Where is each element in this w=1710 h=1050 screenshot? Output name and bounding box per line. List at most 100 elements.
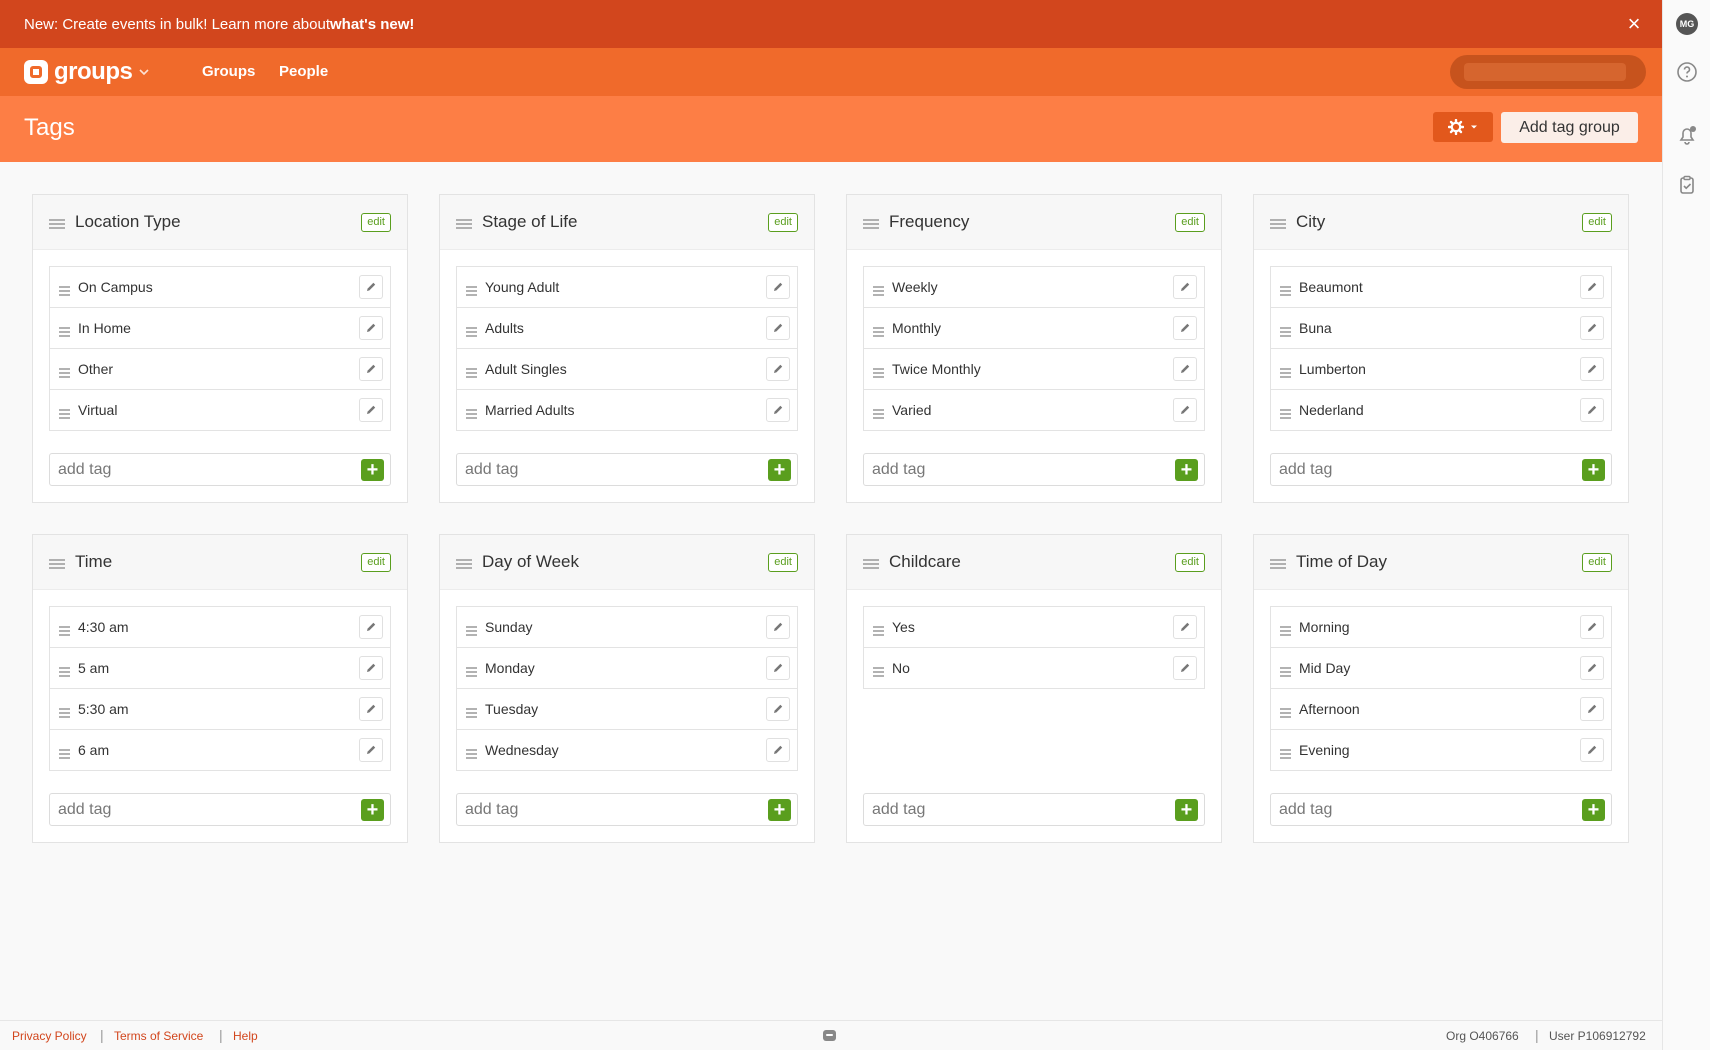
tag-row[interactable]: 5 am: [50, 648, 390, 689]
edit-tag-group-button[interactable]: edit: [1175, 553, 1205, 572]
edit-tag-button[interactable]: [359, 316, 383, 340]
tag-row[interactable]: Nederland: [1271, 390, 1611, 431]
add-tag-group-button[interactable]: Add tag group: [1501, 112, 1638, 143]
drag-handle-icon[interactable]: [466, 283, 477, 301]
edit-tag-button[interactable]: [766, 275, 790, 299]
edit-tag-button[interactable]: [766, 357, 790, 381]
drag-handle-icon[interactable]: [873, 623, 884, 641]
add-tag-input[interactable]: [50, 454, 350, 485]
drag-handle-icon[interactable]: [59, 324, 70, 342]
help-link[interactable]: Help: [233, 1029, 258, 1043]
tag-row[interactable]: Beaumont: [1271, 267, 1611, 308]
edit-tag-button[interactable]: [359, 357, 383, 381]
chat-icon[interactable]: [822, 1029, 837, 1043]
avatar[interactable]: MG: [1676, 13, 1698, 35]
edit-tag-button[interactable]: [1580, 316, 1604, 340]
privacy-policy-link[interactable]: Privacy Policy: [12, 1029, 87, 1043]
edit-tag-button[interactable]: [1580, 697, 1604, 721]
tag-row[interactable]: Twice Monthly: [864, 349, 1204, 390]
drag-handle-icon[interactable]: [466, 705, 477, 723]
edit-tag-button[interactable]: [359, 615, 383, 639]
tag-row[interactable]: Morning: [1271, 607, 1611, 648]
edit-tag-group-button[interactable]: edit: [1582, 213, 1612, 232]
drag-handle-icon[interactable]: [466, 746, 477, 764]
tag-row[interactable]: No: [864, 648, 1204, 689]
app-switcher[interactable]: groups: [24, 58, 150, 86]
edit-tag-group-button[interactable]: edit: [1582, 553, 1612, 572]
add-tag-plus-button[interactable]: +: [361, 459, 384, 481]
edit-tag-button[interactable]: [359, 656, 383, 680]
edit-tag-group-button[interactable]: edit: [361, 553, 391, 572]
tag-row[interactable]: 6 am: [50, 730, 390, 771]
drag-handle-icon[interactable]: [863, 556, 879, 574]
add-tag-plus-button[interactable]: +: [1582, 459, 1605, 481]
add-tag-input[interactable]: [864, 794, 1164, 825]
drag-handle-icon[interactable]: [466, 623, 477, 641]
tag-row[interactable]: Adult Singles: [457, 349, 797, 390]
tag-row[interactable]: On Campus: [50, 267, 390, 308]
drag-handle-icon[interactable]: [466, 664, 477, 682]
drag-handle-icon[interactable]: [59, 365, 70, 383]
edit-tag-button[interactable]: [1580, 615, 1604, 639]
tag-row[interactable]: Other: [50, 349, 390, 390]
search-field[interactable]: [1450, 55, 1646, 89]
drag-handle-icon[interactable]: [49, 216, 65, 234]
add-tag-input[interactable]: [1271, 794, 1571, 825]
drag-handle-icon[interactable]: [873, 664, 884, 682]
edit-tag-button[interactable]: [359, 697, 383, 721]
tag-row[interactable]: Wednesday: [457, 730, 797, 771]
add-tag-input[interactable]: [457, 454, 757, 485]
drag-handle-icon[interactable]: [1280, 746, 1291, 764]
add-tag-input[interactable]: [1271, 454, 1571, 485]
edit-tag-button[interactable]: [766, 316, 790, 340]
drag-handle-icon[interactable]: [466, 406, 477, 424]
drag-handle-icon[interactable]: [59, 746, 70, 764]
tag-row[interactable]: 4:30 am: [50, 607, 390, 648]
drag-handle-icon[interactable]: [59, 705, 70, 723]
edit-tag-button[interactable]: [766, 697, 790, 721]
edit-tag-button[interactable]: [1173, 275, 1197, 299]
terms-of-service-link[interactable]: Terms of Service: [114, 1029, 203, 1043]
drag-handle-icon[interactable]: [1280, 283, 1291, 301]
edit-tag-button[interactable]: [766, 615, 790, 639]
tag-row[interactable]: Tuesday: [457, 689, 797, 730]
tag-row[interactable]: Mid Day: [1271, 648, 1611, 689]
tag-row[interactable]: Adults: [457, 308, 797, 349]
drag-handle-icon[interactable]: [1280, 324, 1291, 342]
tag-row[interactable]: Evening: [1271, 730, 1611, 771]
edit-tag-button[interactable]: [1580, 398, 1604, 422]
add-tag-input[interactable]: [864, 454, 1164, 485]
edit-tag-button[interactable]: [766, 656, 790, 680]
drag-handle-icon[interactable]: [1280, 623, 1291, 641]
help-circle-icon[interactable]: [1676, 61, 1698, 83]
tag-row[interactable]: Weekly: [864, 267, 1204, 308]
announcement-link[interactable]: what's new!: [330, 16, 414, 33]
edit-tag-group-button[interactable]: edit: [361, 213, 391, 232]
edit-tag-button[interactable]: [1173, 316, 1197, 340]
clipboard-check-icon[interactable]: [1676, 174, 1698, 196]
tag-row[interactable]: Varied: [864, 390, 1204, 431]
edit-tag-button[interactable]: [1580, 275, 1604, 299]
drag-handle-icon[interactable]: [59, 623, 70, 641]
tag-row[interactable]: Monthly: [864, 308, 1204, 349]
add-tag-plus-button[interactable]: +: [1582, 799, 1605, 821]
drag-handle-icon[interactable]: [1280, 705, 1291, 723]
edit-tag-button[interactable]: [1580, 656, 1604, 680]
drag-handle-icon[interactable]: [456, 216, 472, 234]
add-tag-plus-button[interactable]: +: [768, 799, 791, 821]
edit-tag-button[interactable]: [766, 738, 790, 762]
tag-row[interactable]: Afternoon: [1271, 689, 1611, 730]
tag-row[interactable]: Buna: [1271, 308, 1611, 349]
tag-row[interactable]: Virtual: [50, 390, 390, 431]
drag-handle-icon[interactable]: [1280, 664, 1291, 682]
settings-dropdown-button[interactable]: [1433, 112, 1493, 142]
tag-row[interactable]: Sunday: [457, 607, 797, 648]
close-icon[interactable]: ×: [1624, 13, 1644, 35]
drag-handle-icon[interactable]: [456, 556, 472, 574]
edit-tag-button[interactable]: [1173, 656, 1197, 680]
drag-handle-icon[interactable]: [873, 406, 884, 424]
edit-tag-button[interactable]: [359, 738, 383, 762]
drag-handle-icon[interactable]: [59, 664, 70, 682]
bell-icon[interactable]: [1676, 124, 1698, 146]
tag-row[interactable]: Young Adult: [457, 267, 797, 308]
